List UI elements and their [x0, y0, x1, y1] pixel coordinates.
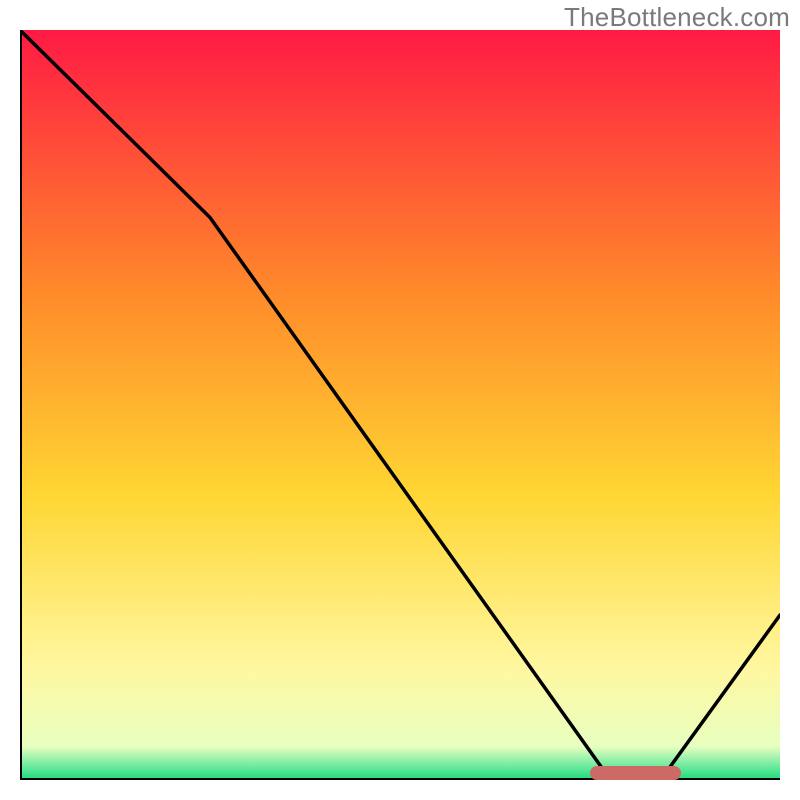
chart-root: TheBottleneck.com: [0, 0, 800, 800]
optimal-range-marker: [590, 766, 681, 780]
plot-area: [20, 30, 780, 780]
plot-svg: [20, 30, 780, 780]
watermark-text: TheBottleneck.com: [564, 2, 790, 33]
